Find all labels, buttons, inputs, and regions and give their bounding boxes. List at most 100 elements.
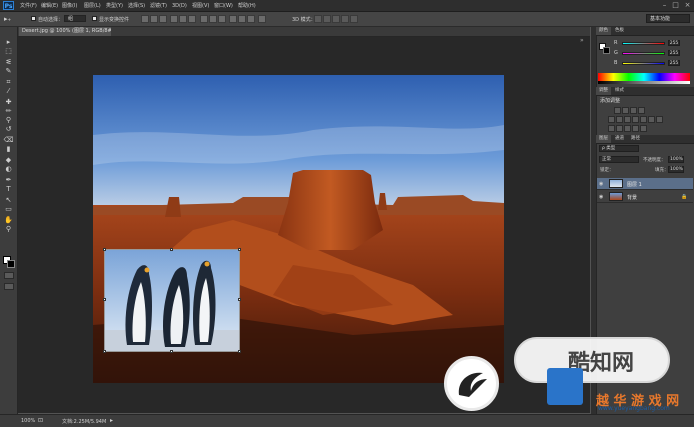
align-top-icon[interactable] xyxy=(141,15,149,23)
type-icon[interactable]: T xyxy=(3,185,14,194)
tab-layers[interactable]: 图层 xyxy=(596,135,611,143)
stamp-icon[interactable]: ⚲ xyxy=(3,116,14,125)
tab-swatches[interactable]: 色板 xyxy=(612,27,627,35)
quick-mask-icon[interactable] xyxy=(4,272,14,279)
levels-icon[interactable] xyxy=(622,107,629,114)
menu-view[interactable]: 视图(V) xyxy=(192,2,209,10)
green-slider[interactable] xyxy=(622,52,665,55)
visibility-eye-icon[interactable]: ◉ xyxy=(599,194,605,200)
lookup-icon[interactable] xyxy=(656,116,663,123)
distribute-top-icon[interactable] xyxy=(200,15,208,23)
threshold-icon[interactable] xyxy=(624,125,631,132)
tab-channels[interactable]: 通道 xyxy=(612,135,627,143)
red-slider[interactable] xyxy=(622,42,665,45)
transform-handle-br[interactable] xyxy=(238,350,241,353)
hue-icon[interactable] xyxy=(616,116,623,123)
penguin-layer-image[interactable] xyxy=(103,248,241,353)
green-value-field[interactable]: 255 xyxy=(668,50,680,56)
layer-row-layer1[interactable]: ◉ 图层 1 xyxy=(597,178,693,190)
gradient-map-icon[interactable] xyxy=(640,125,647,132)
shape-icon[interactable]: ▭ xyxy=(3,205,14,214)
panel-collapse-icon[interactable]: » xyxy=(580,37,588,45)
move-tool-preset-icon[interactable]: ▸₊ xyxy=(4,15,11,23)
distribute-bottom-icon[interactable] xyxy=(218,15,226,23)
fill-field[interactable]: 100% xyxy=(668,166,684,173)
color-panel-bg-swatch[interactable] xyxy=(603,47,610,54)
align-left-icon[interactable] xyxy=(170,15,178,23)
dodge-icon[interactable]: ◐ xyxy=(3,165,14,174)
lasso-icon[interactable]: ᓬ xyxy=(3,58,14,67)
align-hcenter-icon[interactable] xyxy=(179,15,187,23)
3d-scale-icon[interactable] xyxy=(350,15,358,23)
distribute-hcenter-icon[interactable] xyxy=(238,15,246,23)
auto-align-icon[interactable] xyxy=(258,15,266,23)
gradient-icon[interactable]: ▮ xyxy=(3,145,14,154)
transform-handle-tl[interactable] xyxy=(103,248,106,251)
status-arrow-icon[interactable]: ▸ xyxy=(110,417,113,424)
brush-icon[interactable]: ✏ xyxy=(3,107,14,116)
layer-row-background[interactable]: ◉ 背景 🔒 xyxy=(597,191,693,203)
eraser-icon[interactable]: ⌫ xyxy=(3,136,14,145)
hand-icon[interactable]: ✋ xyxy=(3,216,14,225)
vibrance-icon[interactable] xyxy=(608,116,615,123)
transform-handle-r[interactable] xyxy=(238,298,241,301)
menu-help[interactable]: 帮助(H) xyxy=(238,2,256,10)
3d-rotate-icon[interactable] xyxy=(314,15,322,23)
color-spectrum-bar[interactable] xyxy=(598,73,690,81)
zoom-level[interactable]: 100% xyxy=(21,418,35,424)
brightness-icon[interactable] xyxy=(614,107,621,114)
eyedropper-icon[interactable]: ⁄ xyxy=(3,87,14,96)
blue-value-field[interactable]: 255 xyxy=(668,60,680,66)
curves-icon[interactable] xyxy=(630,107,637,114)
menu-type[interactable]: 类型(Y) xyxy=(106,2,123,10)
transform-handle-b[interactable] xyxy=(170,350,173,353)
distribute-right-icon[interactable] xyxy=(247,15,255,23)
healing-icon[interactable]: ✚ xyxy=(3,98,14,107)
auto-select-checkbox[interactable] xyxy=(31,16,36,21)
blend-mode-dropdown[interactable]: 正常 xyxy=(599,156,639,163)
screen-mode-icon[interactable] xyxy=(4,283,14,290)
menu-window[interactable]: 窗口(W) xyxy=(214,2,233,10)
bw-icon[interactable] xyxy=(632,116,639,123)
menu-select[interactable]: 选择(S) xyxy=(128,2,145,10)
pen-icon[interactable]: ✒ xyxy=(3,176,14,185)
auto-select-dropdown[interactable]: 组 xyxy=(64,15,86,22)
menu-filter[interactable]: 滤镜(T) xyxy=(150,2,167,10)
selective-color-icon[interactable] xyxy=(632,125,639,132)
transform-handle-t[interactable] xyxy=(170,248,173,251)
menu-3d[interactable]: 3D(D) xyxy=(172,2,187,10)
layer-filter-dropdown[interactable]: ρ 类型 xyxy=(599,145,639,152)
align-bottom-icon[interactable] xyxy=(159,15,167,23)
tab-color[interactable]: 颜色 xyxy=(596,27,611,35)
3d-roll-icon[interactable] xyxy=(323,15,331,23)
mixer-icon[interactable] xyxy=(648,116,655,123)
history-brush-icon[interactable]: ↺ xyxy=(3,125,14,134)
exposure-icon[interactable] xyxy=(638,107,645,114)
document-tab[interactable]: Desert.jpg @ 100% (图层 1, RGB/8#) * xyxy=(19,27,111,36)
show-transform-checkbox[interactable] xyxy=(92,16,97,21)
background-color-swatch[interactable] xyxy=(7,260,15,268)
color-balance-icon[interactable] xyxy=(624,116,631,123)
3d-slide-icon[interactable] xyxy=(341,15,349,23)
close-button[interactable]: × xyxy=(683,1,692,9)
posterize-icon[interactable] xyxy=(616,125,623,132)
tab-adjustments[interactable]: 调整 xyxy=(596,87,611,95)
workspace-dropdown[interactable]: 基本功能 xyxy=(646,14,690,23)
marquee-icon[interactable]: ⬚ xyxy=(3,47,14,56)
minimize-button[interactable]: – xyxy=(660,1,669,9)
maximize-button[interactable]: □ xyxy=(671,1,680,9)
align-vcenter-icon[interactable] xyxy=(150,15,158,23)
move-icon[interactable]: ▸ xyxy=(3,38,14,47)
red-value-field[interactable]: 255 xyxy=(668,40,680,46)
visibility-eye-icon[interactable]: ◉ xyxy=(599,181,605,187)
transform-handle-tr[interactable] xyxy=(238,248,241,251)
opacity-field[interactable]: 100% xyxy=(668,156,684,163)
photo-filter-icon[interactable] xyxy=(640,116,647,123)
tab-styles[interactable]: 样式 xyxy=(612,87,627,95)
menu-image[interactable]: 图像(I) xyxy=(62,2,77,10)
quick-select-icon[interactable]: ✎ xyxy=(3,67,14,76)
blur-icon[interactable]: ◆ xyxy=(3,156,14,165)
path-select-icon[interactable]: ↖ xyxy=(3,196,14,205)
3d-pan-icon[interactable] xyxy=(332,15,340,23)
align-right-icon[interactable] xyxy=(188,15,196,23)
